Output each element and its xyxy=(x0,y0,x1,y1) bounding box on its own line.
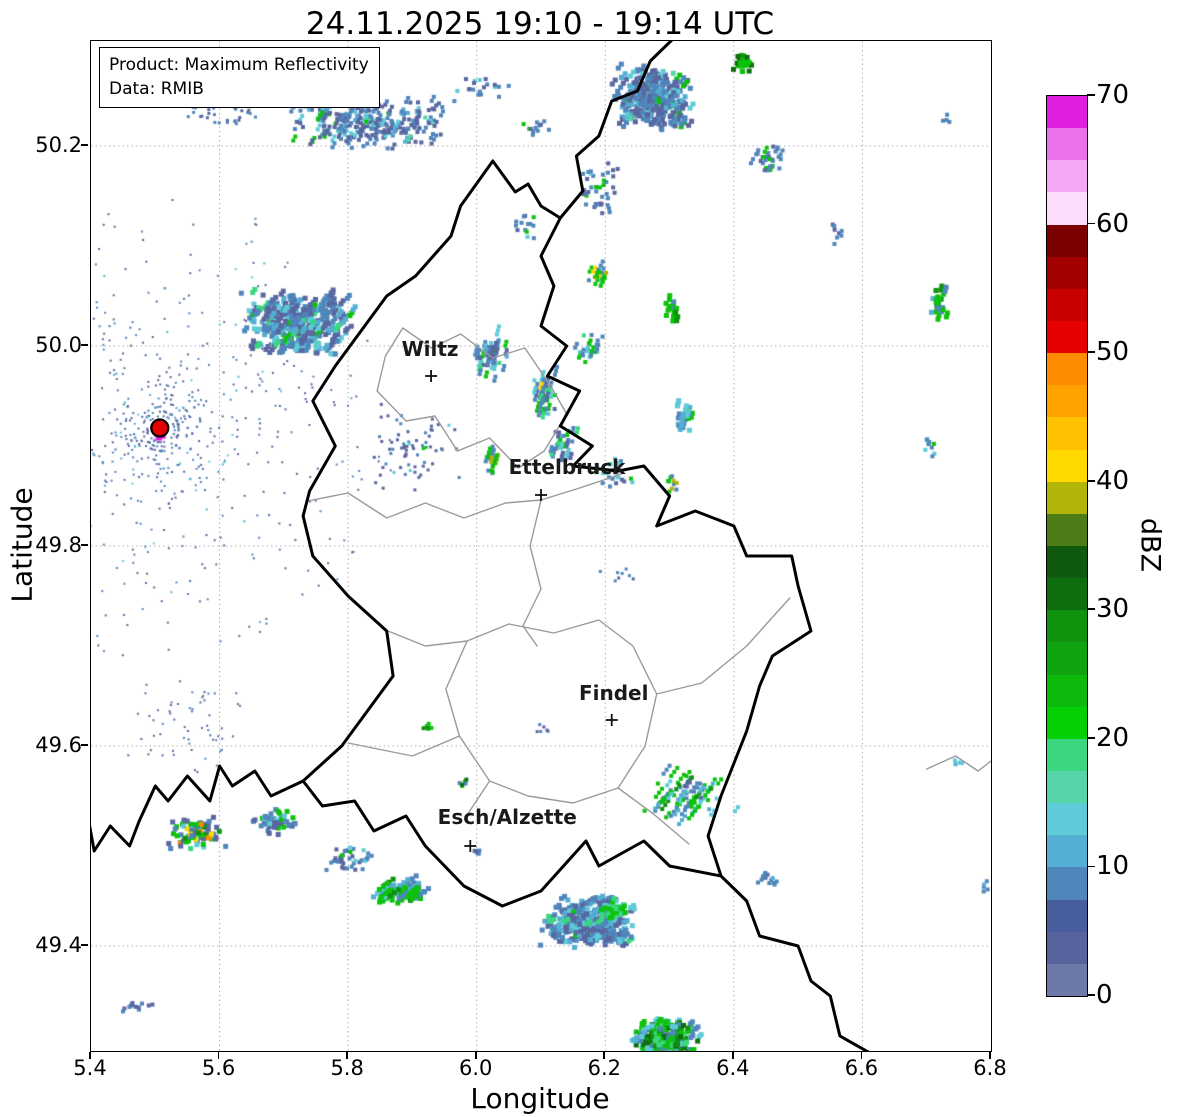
colorbar-tick-label: 10 xyxy=(1096,851,1130,882)
colorbar-segment xyxy=(1047,224,1087,257)
colorbar-segment xyxy=(1047,160,1087,193)
colorbar-tick-label: 40 xyxy=(1096,465,1130,496)
colorbar-segment xyxy=(1047,513,1087,547)
y-axis-label: Latitude xyxy=(5,487,39,603)
region-border xyxy=(522,499,542,647)
region-border xyxy=(347,735,461,757)
radar-site-marker xyxy=(150,418,170,438)
country-border xyxy=(301,159,813,908)
colorbar-label: dBZ xyxy=(1134,517,1166,573)
country-border xyxy=(91,764,305,853)
colorbar-segment xyxy=(1047,963,1087,996)
colorbar-tick-label: 50 xyxy=(1096,337,1130,368)
colorbar-tick-label: 20 xyxy=(1096,722,1130,753)
region-border xyxy=(926,755,991,772)
city-label: Ettelbruck xyxy=(508,455,626,479)
x-tick-label: 5.6 xyxy=(201,1056,236,1080)
city-marker xyxy=(605,714,618,726)
city-marker xyxy=(464,840,477,852)
map-plot-area: Wiltz Ettelbruck Findel Esch/Alzette xyxy=(90,40,992,1052)
data-source-line: Data: RMIB xyxy=(109,79,204,100)
colorbar-segment xyxy=(1047,449,1087,482)
y-tick-label: 49.6 xyxy=(35,733,82,757)
tick-mark xyxy=(81,344,88,346)
colorbar-tick-label: 0 xyxy=(1096,980,1113,1010)
colorbar-tick-mark xyxy=(1087,608,1095,611)
city-label: Esch/Alzette xyxy=(437,805,577,829)
colorbar-segment xyxy=(1047,96,1087,129)
region-border xyxy=(656,597,791,695)
colorbar-segment xyxy=(1047,417,1087,450)
colorbar-segment xyxy=(1047,642,1087,675)
figure-title: 24.11.2025 19:10 - 19:14 UTC xyxy=(305,6,775,42)
product-line: Product: Maximum Reflectivity xyxy=(109,55,369,75)
colorbar-tick-label: 60 xyxy=(1096,208,1130,239)
colorbar-tick-mark xyxy=(1087,994,1095,996)
x-tick-label: 6.2 xyxy=(587,1056,621,1080)
colorbar-segment xyxy=(1047,192,1087,225)
colorbar-segment xyxy=(1047,288,1087,322)
city-marker xyxy=(425,370,438,382)
city-label: Wiltz xyxy=(401,337,459,361)
colorbar-segment xyxy=(1047,578,1087,611)
y-tick-label: 49.4 xyxy=(35,933,82,957)
colorbar-segment xyxy=(1047,738,1087,772)
y-tick-label: 50.0 xyxy=(35,333,82,357)
x-tick-label: 6.6 xyxy=(844,1056,879,1080)
colorbar-segment xyxy=(1047,931,1087,964)
tick-mark xyxy=(81,144,88,146)
x-tick-label: 6.0 xyxy=(459,1056,493,1080)
colorbar-tick-mark xyxy=(1087,737,1095,739)
x-axis-label: Longitude xyxy=(470,1082,610,1115)
colorbar-segment xyxy=(1047,867,1087,900)
colorbar-segment xyxy=(1047,353,1087,386)
colorbar-segment xyxy=(1047,481,1087,514)
x-tick-label: 6.4 xyxy=(716,1056,750,1080)
colorbar-segment xyxy=(1047,546,1087,579)
colorbar xyxy=(1046,95,1088,997)
colorbar-segment xyxy=(1047,771,1087,804)
country-border xyxy=(558,41,674,220)
colorbar-tick-mark xyxy=(1087,222,1095,225)
country-border xyxy=(719,874,870,1051)
colorbar-tick-label: 70 xyxy=(1096,80,1130,110)
region-border xyxy=(387,630,468,647)
x-tick-label: 5.4 xyxy=(73,1056,107,1080)
colorbar-segment xyxy=(1047,803,1087,836)
tick-mark xyxy=(81,744,88,746)
colorbar-segment xyxy=(1047,256,1087,289)
colorbar-segment xyxy=(1047,706,1087,739)
colorbar-segment xyxy=(1047,385,1087,418)
colorbar-tick-mark xyxy=(1087,94,1095,96)
colorbar-tick-label: 30 xyxy=(1096,594,1130,625)
borders-layer xyxy=(91,41,991,1051)
colorbar-segment xyxy=(1047,674,1087,707)
tick-mark xyxy=(81,544,88,546)
radar-figure: 24.11.2025 19:10 - 19:14 UTC Wiltz Ettelb… xyxy=(0,0,1179,1117)
region-border xyxy=(617,787,690,845)
tick-mark xyxy=(81,944,88,946)
region-border xyxy=(445,619,658,804)
colorbar-segment xyxy=(1047,899,1087,932)
x-tick-label: 5.8 xyxy=(330,1056,364,1080)
colorbar-tick-mark xyxy=(1087,479,1095,482)
colorbar-segment xyxy=(1047,835,1087,868)
product-info-box: Product: Maximum Reflectivity Data: RMIB xyxy=(99,47,380,109)
x-tick-label: 6.8 xyxy=(973,1056,1007,1080)
colorbar-tick-mark xyxy=(1087,865,1095,868)
city-label: Findel xyxy=(578,681,649,705)
colorbar-segment xyxy=(1047,128,1087,161)
y-tick-label: 50.2 xyxy=(35,133,82,157)
colorbar-segment xyxy=(1047,610,1087,643)
region-border xyxy=(306,473,623,519)
colorbar-tick-mark xyxy=(1087,351,1095,353)
colorbar-segment xyxy=(1047,321,1087,354)
